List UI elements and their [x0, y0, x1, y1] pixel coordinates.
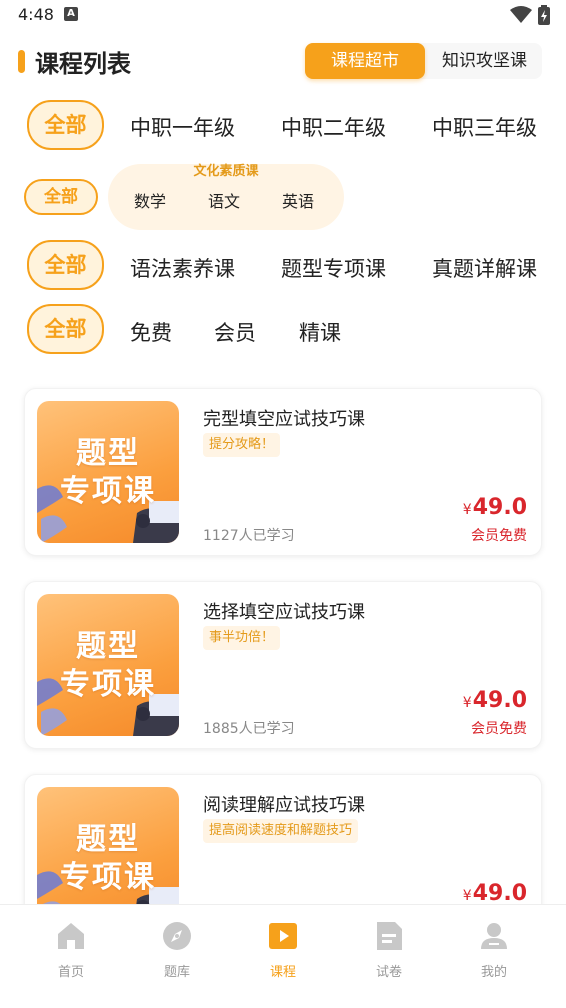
- status-bar: 4:48 A: [0, 0, 566, 30]
- grade-option-1[interactable]: 中职一年级: [130, 112, 235, 142]
- course-cover: 题型 专项课: [37, 787, 179, 904]
- price-option-premium[interactable]: 精课: [299, 317, 341, 347]
- notification-icon: A: [64, 7, 78, 21]
- currency-symbol: ¥: [462, 502, 472, 518]
- price-filter-all[interactable]: 全部: [27, 304, 104, 354]
- course-list: 题型 专项课 完型填空应试技巧课 提分攻略！ 1127人已学习 ¥49.0 会员…: [0, 380, 566, 904]
- course-tag: 提分攻略！: [203, 433, 281, 457]
- tab-profile[interactable]: 我的: [454, 919, 534, 980]
- grade-option-2[interactable]: 中职二年级: [281, 112, 386, 142]
- price-option-free[interactable]: 免费: [130, 317, 172, 347]
- tab-question-bank[interactable]: 题库: [137, 919, 217, 980]
- subject-filter-row: 全部 文化素质课 数学 语文 英语: [0, 162, 566, 230]
- cover-text: 题型 专项课: [37, 628, 179, 704]
- course-card[interactable]: 题型 专项课 选择填空应试技巧课 事半功倍！ 1885人已学习 ¥49.0 会员…: [24, 581, 542, 749]
- tab-label: 我的: [480, 965, 507, 980]
- currency-symbol: ¥: [462, 888, 472, 904]
- course-type-option-2[interactable]: 题型专项课: [281, 253, 386, 283]
- course-type-option-1[interactable]: 语法素养课: [130, 253, 235, 283]
- tab-label: 首页: [57, 965, 84, 980]
- cover-text: 题型 专项课: [37, 435, 179, 511]
- segment-course-market[interactable]: 课程超市: [305, 43, 425, 79]
- course-type-option-3[interactable]: 真题详解课: [432, 253, 537, 283]
- subject-option-chinese[interactable]: 语文: [208, 188, 240, 212]
- bottom-tab-bar: 首页 题库 课程 试卷 我的: [0, 904, 566, 1008]
- course-price: ¥49.0: [463, 881, 527, 904]
- course-title: 阅读理解应试技巧课: [203, 795, 365, 816]
- tab-label: 试卷: [375, 965, 402, 980]
- course-cover: 题型 专项课: [37, 594, 179, 736]
- tab-label: 课程: [269, 965, 296, 980]
- tab-label: 题库: [163, 965, 190, 980]
- price-value: 49.0: [472, 495, 527, 520]
- course-title: 选择填空应试技巧课: [203, 602, 365, 623]
- course-type-filter-row: 全部 语法素养课 题型专项课 真题详解课: [0, 240, 566, 290]
- document-icon: [377, 922, 402, 950]
- battery-icon: [538, 5, 550, 25]
- status-time: 4:48: [18, 5, 54, 24]
- course-tag: 事半功倍！: [203, 626, 281, 650]
- price-filter-row: 全部 免费 会员 精课: [0, 304, 566, 354]
- course-tag: 提高阅读速度和解题技巧: [203, 819, 359, 843]
- profile-icon: [481, 923, 507, 949]
- price-option-member[interactable]: 会员: [214, 317, 256, 347]
- cover-text-line-2: 专项课: [60, 860, 156, 895]
- course-card[interactable]: 题型 专项课 完型填空应试技巧课 提分攻略！ 1127人已学习 ¥49.0 会员…: [24, 388, 542, 556]
- member-free-note: 会员免费: [471, 528, 527, 544]
- segment-control: 课程超市 知识攻坚课: [305, 43, 542, 79]
- course-type-filter-all[interactable]: 全部: [27, 240, 104, 290]
- tab-exam-papers[interactable]: 试卷: [349, 919, 429, 980]
- member-free-note: 会员免费: [471, 721, 527, 737]
- cover-text-line-1: 题型: [76, 629, 140, 664]
- grade-filter-row: 全部 中职一年级 中职二年级 中职三年级: [0, 100, 566, 150]
- play-icon: [269, 923, 297, 949]
- learner-count: 1127人已学习: [203, 528, 295, 544]
- course-title: 完型填空应试技巧课: [203, 409, 365, 430]
- compass-icon: [163, 922, 191, 950]
- subject-filter-all[interactable]: 全部: [24, 179, 98, 215]
- subject-option-math[interactable]: 数学: [134, 188, 166, 212]
- tab-home[interactable]: 首页: [31, 919, 111, 980]
- grade-filter-all[interactable]: 全部: [27, 100, 104, 150]
- cover-text-line-1: 题型: [76, 822, 140, 857]
- cover-text-line-2: 专项课: [60, 474, 156, 509]
- grade-option-3[interactable]: 中职三年级: [432, 112, 537, 142]
- price-value: 49.0: [472, 881, 527, 904]
- currency-symbol: ¥: [462, 695, 472, 711]
- course-price: ¥49.0: [463, 495, 527, 520]
- course-cover: 题型 专项课: [37, 401, 179, 543]
- cover-text-line-1: 题型: [76, 436, 140, 471]
- segment-knowledge-course[interactable]: 知识攻坚课: [427, 43, 542, 79]
- course-card[interactable]: 题型 专项课 阅读理解应试技巧课 提高阅读速度和解题技巧 ¥49.0: [24, 774, 542, 904]
- learner-count: 1885人已学习: [203, 721, 295, 737]
- cover-text: 题型 专项课: [37, 821, 179, 897]
- cover-text-line-2: 专项课: [60, 667, 156, 702]
- course-price: ¥49.0: [463, 688, 527, 713]
- header: 课程列表 课程超市 知识攻坚课: [0, 40, 566, 84]
- price-value: 49.0: [472, 688, 527, 713]
- page-title: 课程列表: [35, 50, 131, 78]
- home-icon: [58, 923, 84, 949]
- subject-option-english[interactable]: 英语: [282, 188, 314, 212]
- subject-group-label: 文化素质课: [193, 164, 259, 179]
- title-accent-bar: [18, 50, 25, 73]
- tab-courses[interactable]: 课程: [243, 919, 323, 980]
- wifi-icon: [510, 6, 532, 23]
- subject-group: 文化素质课 数学 语文 英语: [108, 164, 344, 230]
